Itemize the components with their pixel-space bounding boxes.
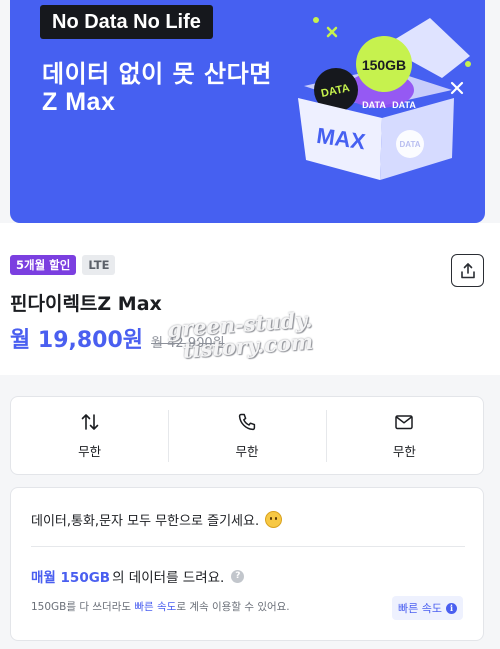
plan-info-card: 데이터,통화,문자 모두 무한으로 즐기세요. 매월 150GB 의 데이터를 … [10,487,484,641]
monthly-data-suffix: 의 데이터를 드려요. [112,570,225,586]
network-tag: LTE [82,255,116,275]
banner-headline: 데이터 없이 못 산다면 [42,60,272,88]
smile-emoji-icon [265,511,283,528]
feature-call-label: 무한 [235,444,259,459]
fast-speed-button[interactable]: 빠른 속도 i [392,596,463,620]
phone-icon [238,413,256,431]
monthly-data-line: 매월 150GB 의 데이터를 드려요. ? [31,566,245,586]
mail-icon [395,415,414,430]
speed-description: 150GB를 다 쓰더라도 빠른 속도로 계속 이용할 수 있어요. [31,599,290,614]
bubble-150gb-label: 150GB [362,57,406,73]
price-row: 월 19,800원 월 42,900원 [10,322,225,354]
data-transfer-icon [81,414,98,430]
box-data-text: DATA [392,100,416,110]
feature-call: 무한 [168,397,325,474]
feature-message: 무한 [325,397,483,474]
share-button[interactable] [451,254,484,287]
info-icon: i [445,602,457,614]
desc-link: 빠른 속도 [134,601,177,613]
current-price: 월 19,800원 [10,328,144,353]
promo-banner[interactable]: No Data No Life 데이터 없이 못 산다면 Z Max 150GB… [10,0,485,223]
banner-plan-name: Z Max [42,88,116,116]
feature-data: 무한 [11,397,168,474]
banner-badge: No Data No Life [40,5,213,39]
help-icon[interactable]: ? [231,569,245,583]
desc-text: 150GB를 다 쓰더라도 [31,601,135,613]
monthly-data-amount: 매월 150GB [31,570,111,586]
box-data-text: DATA [399,140,420,149]
info-title: 데이터,통화,문자 모두 무한으로 즐기세요. [31,510,283,529]
share-icon [460,262,475,278]
sparkle-icon [326,26,338,38]
data-box-illustration: 150GB DATA MAX DATA DATA DATA [298,17,471,180]
desc-text: 로 계속 이용할 수 있어요. [176,601,290,613]
sparkle-icon [450,81,464,95]
info-title-text: 데이터,통화,문자 모두 무한으로 즐기세요. [31,514,260,529]
tag-row: 5개월 할인 LTE [10,255,116,275]
original-price: 월 42,900원 [151,336,225,351]
discount-tag: 5개월 할인 [10,255,77,275]
fast-speed-label: 빠른 속도 [398,602,442,615]
product-header: 5개월 할인 LTE 핀다이렉트Z Max 월 19,800원 월 42,900… [0,223,500,375]
sparkle-dot [313,17,319,23]
feature-message-label: 무한 [392,444,416,459]
plan-name: 핀다이렉트Z Max [10,293,162,315]
divider [31,546,465,547]
feature-summary-card: 무한 무한 무한 [10,396,484,475]
feature-data-label: 무한 [78,444,102,459]
box-data-text: DATA [362,100,386,110]
